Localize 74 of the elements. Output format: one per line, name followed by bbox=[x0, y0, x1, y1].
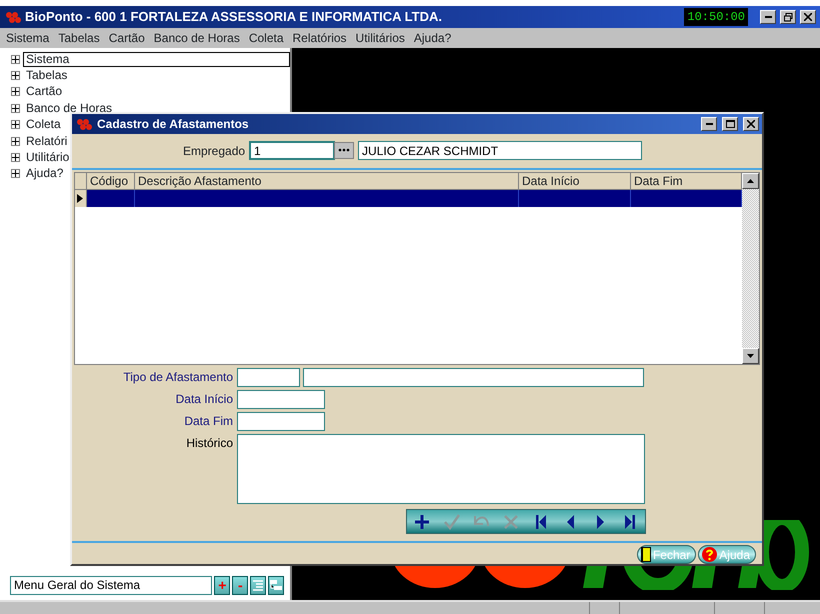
maximize-button[interactable] bbox=[722, 116, 738, 131]
up-arrow-icon bbox=[747, 178, 754, 183]
expand-icon[interactable] bbox=[11, 136, 20, 146]
employee-name-field[interactable]: JULIO CEZAR SCHMIDT bbox=[358, 141, 642, 160]
expand-icon[interactable] bbox=[11, 153, 20, 162]
expand-icon[interactable] bbox=[11, 120, 20, 130]
type-description-field[interactable] bbox=[302, 368, 644, 388]
tree-item[interactable]: Ajuda? bbox=[23, 166, 66, 182]
column-header[interactable]: Data Fim bbox=[631, 172, 742, 190]
clock: 10:50:00 bbox=[684, 8, 748, 26]
scroll-up-button[interactable] bbox=[742, 172, 759, 189]
field-label: Histórico bbox=[185, 435, 233, 452]
start-date-field[interactable] bbox=[237, 390, 325, 410]
expand-icon[interactable] bbox=[11, 104, 20, 113]
close-button[interactable] bbox=[800, 10, 816, 24]
grid-row[interactable] bbox=[87, 190, 742, 207]
minimize-button[interactable] bbox=[760, 10, 776, 24]
delete-icon bbox=[503, 514, 520, 530]
maximize-icon bbox=[726, 120, 734, 128]
minimize-icon bbox=[706, 122, 712, 125]
tree-item[interactable]: Relatóri bbox=[23, 134, 70, 149]
field-label: Data Fim bbox=[183, 413, 233, 430]
close-button[interactable] bbox=[743, 116, 759, 131]
down-arrow-icon bbox=[747, 354, 754, 358]
logo-icon bbox=[4, 11, 22, 23]
end-date-field[interactable] bbox=[237, 412, 325, 432]
dialog-title: Cadastro de Afastamentos bbox=[97, 116, 249, 133]
expand-icon[interactable] bbox=[11, 169, 20, 178]
list-view-button[interactable] bbox=[268, 576, 284, 594]
scroll-down-button[interactable] bbox=[742, 348, 759, 364]
close-icon bbox=[747, 120, 755, 128]
check-icon bbox=[444, 514, 460, 530]
employee-code-field[interactable]: 1 bbox=[249, 141, 336, 160]
field-label: Data Início bbox=[174, 391, 233, 408]
minimize-button[interactable] bbox=[701, 116, 717, 131]
add-icon bbox=[414, 514, 430, 530]
tree-item[interactable]: Cartão bbox=[23, 84, 66, 100]
door-icon bbox=[640, 547, 651, 562]
restore-button[interactable] bbox=[780, 10, 796, 24]
expand-icon[interactable] bbox=[11, 71, 20, 80]
column-header[interactable]: Código bbox=[87, 172, 135, 190]
tree-view-button[interactable] bbox=[250, 576, 266, 594]
menu-item[interactable]: Cartão bbox=[108, 29, 145, 47]
menu-item[interactable]: Sistema bbox=[6, 29, 50, 47]
field-label: Empregado bbox=[183, 142, 246, 160]
field-label: Tipo de Afastamento bbox=[122, 369, 233, 386]
type-code-field[interactable] bbox=[237, 368, 300, 388]
menu-search-field[interactable]: Menu Geral do Sistema bbox=[10, 576, 212, 594]
row-pointer-icon bbox=[77, 194, 83, 203]
menu-item[interactable]: Tabelas bbox=[58, 29, 100, 47]
expand-icon[interactable] bbox=[11, 54, 20, 64]
vertical-scrollbar[interactable] bbox=[742, 172, 759, 364]
menu-item[interactable]: Relatórios bbox=[292, 29, 347, 47]
minimize-icon bbox=[764, 16, 772, 18]
menu-item[interactable]: Coleta bbox=[248, 29, 284, 47]
menu-item[interactable]: Ajuda? bbox=[414, 29, 452, 47]
tree-item[interactable]: Tabelas bbox=[23, 68, 70, 84]
close-icon bbox=[804, 13, 812, 21]
tree-item[interactable]: Sistema bbox=[23, 52, 290, 67]
lookup-button[interactable] bbox=[334, 142, 354, 160]
window-title: BioPonto - 600 1 FORTALEZA ASSESSORIA E INFORMATICA LTDA. bbox=[25, 8, 442, 26]
history-field[interactable] bbox=[237, 434, 645, 504]
column-header[interactable]: Descrição Afastamento bbox=[135, 172, 519, 190]
column-header[interactable]: Data Início bbox=[519, 172, 631, 190]
restore-icon bbox=[784, 12, 792, 22]
tree-item[interactable]: Utilitário bbox=[23, 150, 72, 166]
ellipsis-icon bbox=[338, 148, 350, 152]
tree-item[interactable]: Banco de Horas bbox=[23, 100, 116, 116]
logo-icon bbox=[75, 118, 93, 130]
menu-item[interactable]: Utilitários bbox=[356, 29, 405, 47]
help-icon bbox=[702, 547, 718, 562]
menu-item[interactable]: Banco de Horas bbox=[154, 29, 240, 47]
expand-icon[interactable] bbox=[11, 87, 20, 96]
tree-item[interactable]: Coleta bbox=[23, 117, 64, 132]
